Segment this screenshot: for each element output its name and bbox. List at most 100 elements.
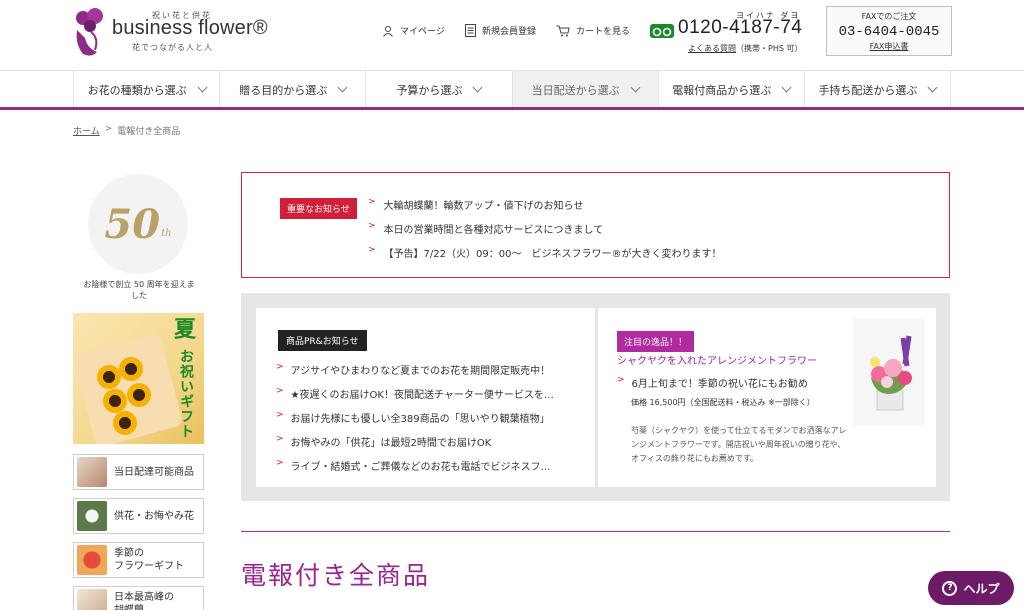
fax-number: 03-6404-0045 (838, 24, 940, 40)
sunflower-icon (113, 411, 137, 435)
page-title: 電報付き全商品 (241, 561, 431, 590)
chevron-right-icon: > (617, 375, 625, 385)
promo-section: 商品PR&お知らせ > アジサイやひまわりなど夏までのお花を期間限定販売中！ > ★… (241, 293, 950, 501)
sidebar-link-label: 供花・お悔やみ花 (114, 510, 194, 522)
important-notice-box: 重要なお知らせ > 大輪胡蝶蘭！輪数アップ・値下げのお知らせ > 本日の営業時間と各… (241, 172, 950, 278)
featured-line-text: 6月上旬まで！季節の祝い花にもお勧め (631, 379, 808, 390)
anniversary-badge: 50th (88, 174, 188, 274)
cart-icon (556, 25, 570, 36)
chevron-right-icon: > (368, 221, 376, 231)
nav-purpose[interactable]: 贈る目的から選ぶ (220, 71, 367, 108)
nav-budget[interactable]: 予算から選ぶ (366, 71, 513, 108)
pr-item[interactable]: > ★夜遅くのお届けOK！夜間配送チャーター便サービスを… (276, 386, 554, 401)
breadcrumb: ホーム > 電報付き全商品 (73, 124, 180, 137)
help-button[interactable]: ? ヘルプ (928, 571, 1014, 605)
register-label: 新規会員登録 (482, 27, 537, 37)
sunflower-icon (103, 389, 127, 413)
badge-caption: お陰様で創立 50 周年を迎えました (83, 280, 195, 300)
chevron-down-icon (472, 82, 483, 93)
breadcrumb-separator: > (104, 124, 113, 134)
sidebar-link-label: 季節の フラワーギフト (114, 548, 184, 572)
chevron-right-icon: > (276, 458, 284, 468)
seasonal-thumbnail (77, 545, 107, 575)
notice-item[interactable]: > 【予告】7/22（火）09：00～ ビジネスフラワー®が大きく変わります！ (368, 245, 721, 260)
fax-title: FAXでのご注文 (861, 12, 917, 21)
pr-list: > アジサイやひまわりなど夏までのお花を期間限定販売中！ > ★夜遅くのお届けOK！… (276, 362, 554, 482)
nav-telegram[interactable]: 電報付商品から選ぶ (659, 71, 805, 108)
pr-item[interactable]: > アジサイやひまわりなど夏までのお花を期間限定販売中！ (276, 362, 554, 377)
question-icon: ? (942, 580, 958, 596)
sunflower-icon (127, 383, 151, 407)
banner-kanji: 夏 (170, 317, 195, 339)
pr-item-text: ライブ・結婚式・ご葬儀などのお花も電話でビジネスフ… (290, 462, 551, 473)
badge-number: 50 (104, 200, 161, 248)
nav-label: 電報付商品から選ぶ (672, 83, 772, 97)
pr-item[interactable]: > お届け先様にも優しい全389商品の「思いやり観葉植物」 (276, 410, 554, 425)
pr-item-text: お悔やみの「供花」は最短2時間でお届けOK (290, 438, 492, 449)
logo-tagline: 花でつながる人と人 (132, 43, 213, 52)
nav-hand-delivery[interactable]: 手持ち配送から選ぶ (805, 71, 952, 108)
sidebar-link-orchid[interactable]: 日本最高峰の 胡蝶蘭 (73, 586, 204, 610)
sunflower-icon (119, 357, 143, 381)
pr-item-text: ★夜遅くのお届けOK！夜間配送チャーター便サービスを… (290, 390, 554, 401)
chevron-down-icon (781, 82, 792, 93)
sunflower-icon (97, 365, 121, 389)
featured-product-card[interactable]: 注目の逸品！！ シャクヤクを入れたアレンジメントフラワー >6月上旬まで！季節の… (598, 308, 936, 487)
same-day-thumbnail (77, 457, 107, 487)
sidebar-link-same-day[interactable]: 当日配達可能商品 (73, 454, 204, 490)
chevron-right-icon: > (276, 410, 284, 420)
cart-link[interactable]: カートを見る (556, 24, 630, 37)
sidebar-link-label: 当日配達可能商品 (114, 466, 194, 478)
nav-same-day[interactable]: 当日配送から選ぶ (512, 71, 659, 108)
faq-link[interactable]: よくある質問 (688, 44, 736, 53)
pr-item[interactable]: > お悔やみの「供花」は最短2時間でお届けOK (276, 434, 554, 449)
mypage-link[interactable]: マイページ (382, 24, 445, 37)
pr-news-card: 商品PR&お知らせ > アジサイやひまわりなど夏までのお花を期間限定販売中！ > ★… (256, 308, 595, 487)
sidebar-link-seasonal[interactable]: 季節の フラワーギフト (73, 542, 204, 578)
featured-title[interactable]: シャクヤクを入れたアレンジメントフラワー (617, 352, 817, 367)
orchid-logo-icon[interactable] (73, 8, 109, 58)
featured-description: 芍薬（シャクヤク）を使って仕立てるモダンでお洒落なアレンジメントフラワーです。開… (631, 426, 847, 463)
main-nav: お花の種類から選ぶ 贈る目的から選ぶ 予算から選ぶ 当日配送から選ぶ 電報付商品… (73, 71, 952, 108)
logo-name[interactable]: business flower® (112, 17, 268, 40)
faq-row: よくある質問（携帯・PHS 可） (688, 43, 802, 54)
breadcrumb-home[interactable]: ホーム (73, 124, 100, 137)
featured-price: 価格 16,500円（全国配送料・税込み ※一部除く） (631, 398, 815, 407)
pr-item[interactable]: > ライブ・結婚式・ご葬儀などのお花も電話でビジネスフ… (276, 458, 554, 473)
pr-item-text: アジサイやひまわりなど夏までのお花を期間限定販売中！ (290, 366, 551, 377)
cart-label: カートを見る (576, 27, 631, 37)
peony-arrangement-image[interactable] (853, 318, 925, 426)
breadcrumb-current: 電報付き全商品 (117, 127, 181, 137)
banner-subtitle: お祝いギフト (178, 349, 194, 439)
notice-item-text: 本日の営業時間と各種対応サービスにつきまして (383, 225, 604, 236)
summer-gift-banner[interactable]: 夏 お祝いギフト (73, 313, 204, 444)
nav-label: 贈る目的から選ぶ (239, 83, 328, 97)
user-icon (383, 25, 393, 37)
chevron-right-icon: > (276, 362, 284, 372)
site-header: 祝い花と供花 business flower® 花でつながる人と人 マイページ … (0, 0, 1024, 71)
notice-item[interactable]: > 大輪胡蝶蘭！輪数アップ・値下げのお知らせ (368, 197, 721, 212)
notice-item-text: 大輪胡蝶蘭！輪数アップ・値下げのお知らせ (383, 201, 584, 212)
freedial-icon (650, 24, 674, 38)
featured-tag: 注目の逸品！！ (617, 331, 695, 352)
pr-item-text: お届け先様にも優しい全389商品の「思いやり観葉植物」 (290, 414, 550, 425)
chevron-right-icon: > (368, 197, 376, 207)
nav-flower-type[interactable]: お花の種類から選ぶ (74, 71, 221, 108)
notice-item[interactable]: > 本日の営業時間と各種対応サービスにつきまして (368, 221, 721, 236)
condolence-thumbnail (77, 501, 107, 531)
register-link[interactable]: 新規会員登録 (465, 24, 536, 37)
fax-form-link[interactable]: FAX申込書 (827, 41, 951, 52)
sidebar-link-condolence[interactable]: 供花・お悔やみ花 (73, 498, 204, 534)
chevron-right-icon: > (276, 434, 284, 444)
faq-note: （携帯・PHS 可） (736, 44, 803, 53)
nav-underline (0, 107, 1024, 110)
pr-tag: 商品PR&お知らせ (278, 330, 367, 351)
chevron-right-icon: > (276, 386, 284, 396)
nav-label: 当日配送から選ぶ (531, 83, 620, 97)
tel-number[interactable]: 0120-4187-74 (678, 17, 802, 39)
chevron-right-icon: > (368, 245, 376, 255)
mypage-label: マイページ (400, 27, 445, 37)
notice-item-text: 【予告】7/22（火）09：00～ ビジネスフラワー®が大きく変わります！ (383, 249, 722, 260)
badge-suffix: th (161, 227, 172, 239)
flower-arrangement-icon (853, 318, 925, 426)
